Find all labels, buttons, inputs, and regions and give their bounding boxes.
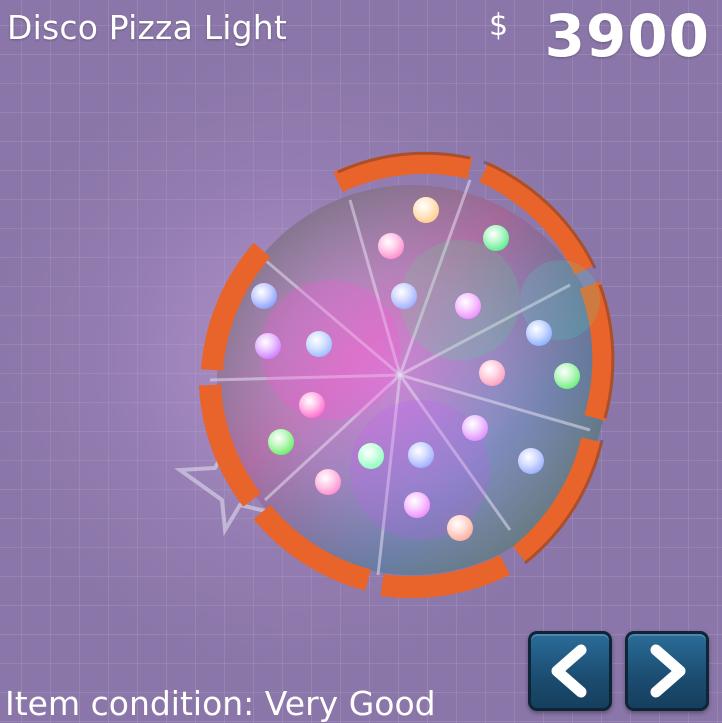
- chevron-left-icon: [551, 644, 587, 698]
- previous-item-button[interactable]: [528, 631, 612, 711]
- item-condition: Item condition: Very Good: [5, 684, 436, 723]
- disco-pizza-light-model: [174, 151, 615, 598]
- chevron-right-icon: [650, 644, 686, 698]
- item-price: 3900: [544, 2, 710, 70]
- item-name: Disco Pizza Light: [7, 8, 288, 47]
- currency-symbol: $: [489, 8, 509, 43]
- next-item-button[interactable]: [625, 631, 709, 711]
